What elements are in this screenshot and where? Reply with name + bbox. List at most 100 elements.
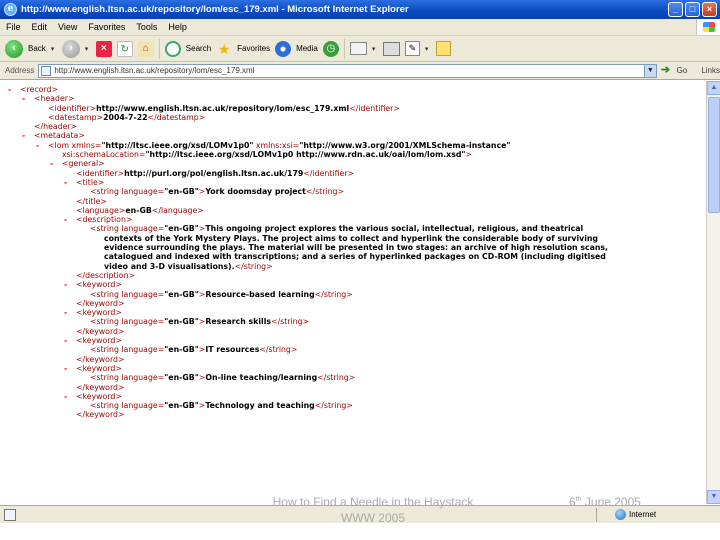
xml-tag: </string> — [314, 401, 353, 411]
scroll-down-icon[interactable]: ▼ — [707, 490, 720, 504]
address-dropdown-icon[interactable]: ▼ — [643, 64, 656, 77]
footer-date-rest: June 2005 — [581, 495, 641, 509]
stop-icon[interactable]: × — [95, 40, 112, 57]
menu-view[interactable]: View — [58, 22, 77, 32]
media-button-label[interactable]: Media — [296, 44, 318, 53]
xml-tag: <keyword> — [76, 363, 122, 373]
scroll-up-icon[interactable]: ▲ — [707, 81, 720, 95]
xml-tag: </title> — [76, 196, 107, 206]
refresh-icon[interactable]: ↻ — [116, 40, 133, 57]
favorites-button-label[interactable]: Favorites — [237, 44, 270, 53]
home-icon[interactable]: ⌂ — [137, 40, 154, 57]
xml-tag: xmlns:xsi= — [253, 140, 300, 150]
footer-title-line2: WWW 2005 — [340, 511, 405, 525]
address-input[interactable]: http://www.english.ltsn.ac.uk/repository… — [38, 63, 657, 78]
vertical-scrollbar[interactable]: ▲ ▼ — [706, 81, 720, 504]
search-button-label[interactable]: Search — [186, 44, 211, 53]
collapse-toggle[interactable]: - — [64, 280, 76, 289]
collapse-toggle[interactable]: - — [64, 215, 76, 224]
xml-text: "en-GB" — [164, 317, 199, 327]
collapse-toggle[interactable]: - — [50, 159, 62, 168]
xml-tag: <string language= — [90, 373, 165, 383]
collapse-toggle[interactable]: - — [64, 178, 76, 187]
xml-line: - <keyword> — [8, 392, 706, 401]
menu-help[interactable]: Help — [168, 22, 187, 32]
xml-tag: <string language= — [90, 317, 165, 327]
back-arrow-icon[interactable]: ‹ — [5, 39, 23, 58]
xml-line: <string language="en-GB">This ongoing pr… — [8, 224, 706, 233]
address-url[interactable]: http://www.english.ltsn.ac.uk/repository… — [54, 66, 641, 75]
messenger-icon[interactable] — [435, 41, 451, 56]
menu-file[interactable]: File — [6, 22, 21, 32]
xml-line: <identifier>http://www.english.ltsn.ac.u… — [8, 104, 706, 113]
favorites-star-icon[interactable]: ★ — [216, 41, 232, 57]
windows-flag-icon — [696, 19, 720, 35]
footer-title-line1: How to Find a Needle in the Haystack — [272, 495, 474, 509]
xml-line: <string language="en-GB">Resource-based … — [8, 290, 706, 299]
xml-line: - <keyword> — [8, 364, 706, 373]
collapse-toggle[interactable]: - — [64, 392, 76, 401]
title-bar: e http://www.english.ltsn.ac.uk/reposito… — [0, 0, 720, 19]
maximize-button[interactable]: □ — [685, 2, 700, 17]
collapse-toggle[interactable]: - — [64, 336, 76, 345]
xml-line: <string language="en-GB">Research skills… — [8, 317, 706, 326]
search-icon[interactable] — [164, 40, 181, 57]
xml-line: <string language="en-GB">York doomsday p… — [8, 187, 706, 196]
edit-dropdown-icon[interactable]: ▾ — [425, 45, 431, 53]
xml-tag: </datestamp> — [147, 112, 206, 122]
xml-line: <string language="en-GB">IT resources</s… — [8, 345, 706, 354]
go-button[interactable]: Go — [677, 66, 688, 75]
collapse-toggle[interactable]: - — [36, 141, 48, 150]
xml-tag: <keyword> — [76, 308, 122, 318]
xml-line: xsi:schemaLocation="http://ltsc.ieee.org… — [8, 150, 706, 159]
go-arrow-icon[interactable]: ➔ — [661, 64, 673, 77]
forward-dropdown-icon[interactable]: ▾ — [85, 45, 91, 53]
xml-line: - <keyword> — [8, 280, 706, 289]
xml-tag: </language> — [151, 205, 204, 215]
xml-line: </header> — [8, 122, 706, 131]
xml-line: </keyword> — [8, 383, 706, 392]
xml-text: video and 3-D visualisations). — [104, 261, 235, 271]
links-button[interactable]: Links — [701, 66, 720, 75]
close-button[interactable]: × — [702, 2, 717, 17]
edit-icon[interactable]: ✎ — [404, 41, 420, 56]
xml-text: "en-GB" — [164, 401, 199, 411]
xml-line: - <header> — [8, 94, 706, 103]
xml-text: On-line teaching/learning — [205, 373, 318, 383]
xml-line: <string language="en-GB">On-line teachin… — [8, 373, 706, 382]
xml-tag: </identifier> — [303, 168, 355, 178]
xml-text: Technology and teaching — [205, 401, 315, 411]
xml-line: - <lom xmlns="http://ltsc.ieee.org/xsd/LO… — [8, 141, 706, 150]
xml-tag: </string> — [259, 345, 298, 355]
collapse-toggle[interactable]: - — [22, 131, 34, 140]
xml-tag: <description> — [76, 215, 133, 225]
back-dropdown-icon[interactable]: ▾ — [51, 45, 57, 53]
mail-icon[interactable] — [349, 42, 367, 55]
back-button-label[interactable]: Back — [28, 44, 46, 53]
minimize-button[interactable]: _ — [668, 2, 683, 17]
scrollbar-thumb[interactable] — [708, 97, 720, 213]
zone-label: Internet — [629, 510, 657, 519]
xml-line: <language>en-GB</language> — [8, 206, 706, 215]
xml-text: "http://ltsc.ieee.org/xsd/LOMv1p0 http:/… — [145, 150, 466, 160]
xml-text: contexts of the York Mystery Plays. The … — [104, 233, 599, 243]
xml-text: http://purl.org/pol/english.ltsn.ac.uk/1… — [124, 168, 304, 178]
history-icon[interactable]: ◷ — [322, 40, 339, 57]
xml-text: catalogued and indexed with transcriptio… — [104, 252, 606, 262]
xml-tag: </string> — [271, 317, 310, 327]
forward-arrow-icon[interactable]: › — [61, 39, 80, 58]
xml-text: Research skills — [205, 317, 272, 327]
print-icon[interactable] — [382, 41, 400, 56]
collapse-toggle[interactable]: - — [64, 308, 76, 317]
menu-tools[interactable]: Tools — [136, 22, 157, 32]
menu-edit[interactable]: Edit — [32, 22, 48, 32]
collapse-toggle[interactable]: - — [64, 364, 76, 373]
xml-text: evidence surrounding the plays. The mate… — [104, 243, 609, 253]
xml-tag: <string language= — [90, 187, 165, 197]
collapse-toggle[interactable]: - — [22, 94, 34, 103]
menu-favorites[interactable]: Favorites — [88, 22, 125, 32]
mail-dropdown-icon[interactable]: ▾ — [372, 45, 378, 53]
collapse-toggle[interactable]: - — [8, 85, 20, 94]
media-icon[interactable] — [275, 40, 292, 57]
xml-line: </keyword> — [8, 410, 706, 419]
